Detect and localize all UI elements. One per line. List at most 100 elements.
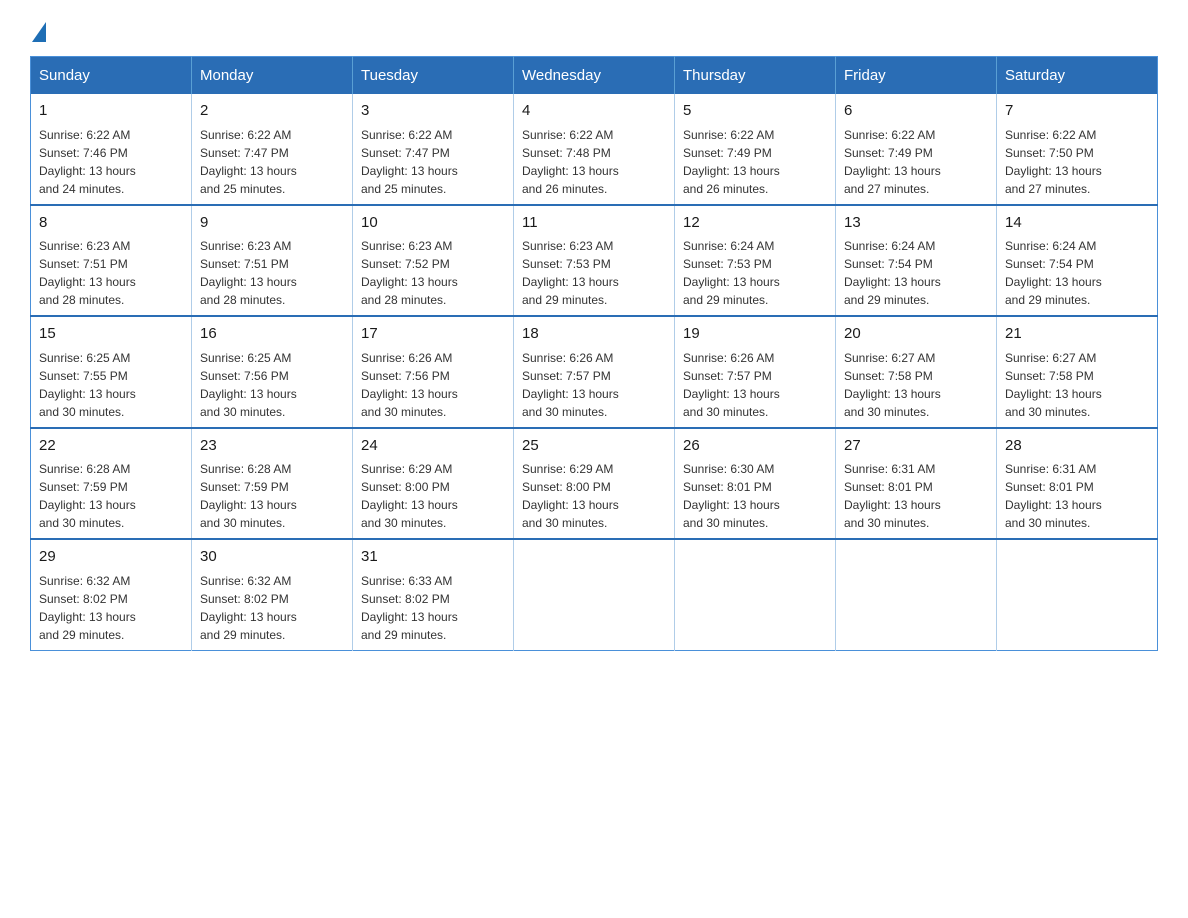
calendar-cell: 21 Sunrise: 6:27 AMSunset: 7:58 PMDaylig… (997, 316, 1158, 428)
calendar-cell: 26 Sunrise: 6:30 AMSunset: 8:01 PMDaylig… (675, 428, 836, 540)
weekday-header-saturday: Saturday (997, 57, 1158, 95)
day-info: Sunrise: 6:31 AMSunset: 8:01 PMDaylight:… (844, 462, 941, 530)
calendar-cell: 18 Sunrise: 6:26 AMSunset: 7:57 PMDaylig… (514, 316, 675, 428)
week-row-2: 8 Sunrise: 6:23 AMSunset: 7:51 PMDayligh… (31, 205, 1158, 317)
day-info: Sunrise: 6:32 AMSunset: 8:02 PMDaylight:… (200, 574, 297, 642)
week-row-3: 15 Sunrise: 6:25 AMSunset: 7:55 PMDaylig… (31, 316, 1158, 428)
day-info: Sunrise: 6:25 AMSunset: 7:55 PMDaylight:… (39, 351, 136, 419)
day-info: Sunrise: 6:31 AMSunset: 8:01 PMDaylight:… (1005, 462, 1102, 530)
calendar-cell: 11 Sunrise: 6:23 AMSunset: 7:53 PMDaylig… (514, 205, 675, 317)
calendar-cell: 29 Sunrise: 6:32 AMSunset: 8:02 PMDaylig… (31, 539, 192, 650)
calendar-cell: 20 Sunrise: 6:27 AMSunset: 7:58 PMDaylig… (836, 316, 997, 428)
weekday-header-friday: Friday (836, 57, 997, 95)
week-row-1: 1 Sunrise: 6:22 AMSunset: 7:46 PMDayligh… (31, 94, 1158, 205)
logo-triangle-icon (32, 22, 46, 42)
calendar-table: SundayMondayTuesdayWednesdayThursdayFrid… (30, 56, 1158, 651)
calendar-cell: 6 Sunrise: 6:22 AMSunset: 7:49 PMDayligh… (836, 94, 997, 205)
calendar-cell: 31 Sunrise: 6:33 AMSunset: 8:02 PMDaylig… (353, 539, 514, 650)
calendar-cell: 1 Sunrise: 6:22 AMSunset: 7:46 PMDayligh… (31, 94, 192, 205)
calendar-cell: 7 Sunrise: 6:22 AMSunset: 7:50 PMDayligh… (997, 94, 1158, 205)
day-info: Sunrise: 6:22 AMSunset: 7:49 PMDaylight:… (683, 128, 780, 196)
logo (30, 20, 50, 36)
calendar-cell: 17 Sunrise: 6:26 AMSunset: 7:56 PMDaylig… (353, 316, 514, 428)
day-number: 11 (522, 212, 666, 235)
calendar-cell: 16 Sunrise: 6:25 AMSunset: 7:56 PMDaylig… (192, 316, 353, 428)
day-info: Sunrise: 6:24 AMSunset: 7:54 PMDaylight:… (1005, 239, 1102, 307)
day-info: Sunrise: 6:27 AMSunset: 7:58 PMDaylight:… (844, 351, 941, 419)
calendar-cell: 14 Sunrise: 6:24 AMSunset: 7:54 PMDaylig… (997, 205, 1158, 317)
calendar-cell: 4 Sunrise: 6:22 AMSunset: 7:48 PMDayligh… (514, 94, 675, 205)
day-info: Sunrise: 6:22 AMSunset: 7:50 PMDaylight:… (1005, 128, 1102, 196)
calendar-cell: 12 Sunrise: 6:24 AMSunset: 7:53 PMDaylig… (675, 205, 836, 317)
day-info: Sunrise: 6:27 AMSunset: 7:58 PMDaylight:… (1005, 351, 1102, 419)
day-info: Sunrise: 6:28 AMSunset: 7:59 PMDaylight:… (39, 462, 136, 530)
calendar-cell: 30 Sunrise: 6:32 AMSunset: 8:02 PMDaylig… (192, 539, 353, 650)
day-number: 12 (683, 212, 827, 235)
day-number: 8 (39, 212, 183, 235)
calendar-cell: 5 Sunrise: 6:22 AMSunset: 7:49 PMDayligh… (675, 94, 836, 205)
day-number: 15 (39, 323, 183, 346)
calendar-cell: 23 Sunrise: 6:28 AMSunset: 7:59 PMDaylig… (192, 428, 353, 540)
day-number: 27 (844, 435, 988, 458)
day-number: 26 (683, 435, 827, 458)
day-info: Sunrise: 6:29 AMSunset: 8:00 PMDaylight:… (522, 462, 619, 530)
calendar-cell (675, 539, 836, 650)
calendar-cell: 22 Sunrise: 6:28 AMSunset: 7:59 PMDaylig… (31, 428, 192, 540)
day-info: Sunrise: 6:25 AMSunset: 7:56 PMDaylight:… (200, 351, 297, 419)
day-info: Sunrise: 6:26 AMSunset: 7:57 PMDaylight:… (683, 351, 780, 419)
day-number: 25 (522, 435, 666, 458)
week-row-4: 22 Sunrise: 6:28 AMSunset: 7:59 PMDaylig… (31, 428, 1158, 540)
day-info: Sunrise: 6:26 AMSunset: 7:57 PMDaylight:… (522, 351, 619, 419)
calendar-cell: 3 Sunrise: 6:22 AMSunset: 7:47 PMDayligh… (353, 94, 514, 205)
day-info: Sunrise: 6:24 AMSunset: 7:54 PMDaylight:… (844, 239, 941, 307)
calendar-cell: 15 Sunrise: 6:25 AMSunset: 7:55 PMDaylig… (31, 316, 192, 428)
day-info: Sunrise: 6:26 AMSunset: 7:56 PMDaylight:… (361, 351, 458, 419)
day-info: Sunrise: 6:29 AMSunset: 8:00 PMDaylight:… (361, 462, 458, 530)
calendar-cell: 9 Sunrise: 6:23 AMSunset: 7:51 PMDayligh… (192, 205, 353, 317)
day-number: 20 (844, 323, 988, 346)
weekday-header-thursday: Thursday (675, 57, 836, 95)
weekday-header-monday: Monday (192, 57, 353, 95)
day-number: 7 (1005, 100, 1149, 123)
calendar-cell: 27 Sunrise: 6:31 AMSunset: 8:01 PMDaylig… (836, 428, 997, 540)
day-number: 17 (361, 323, 505, 346)
day-info: Sunrise: 6:22 AMSunset: 7:48 PMDaylight:… (522, 128, 619, 196)
day-number: 3 (361, 100, 505, 123)
day-number: 9 (200, 212, 344, 235)
calendar-cell: 25 Sunrise: 6:29 AMSunset: 8:00 PMDaylig… (514, 428, 675, 540)
calendar-cell (836, 539, 997, 650)
day-number: 13 (844, 212, 988, 235)
page-header (30, 20, 1158, 36)
day-number: 24 (361, 435, 505, 458)
day-info: Sunrise: 6:28 AMSunset: 7:59 PMDaylight:… (200, 462, 297, 530)
day-number: 18 (522, 323, 666, 346)
day-number: 14 (1005, 212, 1149, 235)
day-info: Sunrise: 6:23 AMSunset: 7:51 PMDaylight:… (39, 239, 136, 307)
week-row-5: 29 Sunrise: 6:32 AMSunset: 8:02 PMDaylig… (31, 539, 1158, 650)
day-info: Sunrise: 6:23 AMSunset: 7:53 PMDaylight:… (522, 239, 619, 307)
calendar-cell: 24 Sunrise: 6:29 AMSunset: 8:00 PMDaylig… (353, 428, 514, 540)
calendar-cell: 13 Sunrise: 6:24 AMSunset: 7:54 PMDaylig… (836, 205, 997, 317)
day-info: Sunrise: 6:32 AMSunset: 8:02 PMDaylight:… (39, 574, 136, 642)
calendar-cell: 19 Sunrise: 6:26 AMSunset: 7:57 PMDaylig… (675, 316, 836, 428)
day-number: 19 (683, 323, 827, 346)
day-info: Sunrise: 6:30 AMSunset: 8:01 PMDaylight:… (683, 462, 780, 530)
weekday-header-row: SundayMondayTuesdayWednesdayThursdayFrid… (31, 57, 1158, 95)
day-number: 10 (361, 212, 505, 235)
day-number: 31 (361, 546, 505, 569)
day-info: Sunrise: 6:23 AMSunset: 7:51 PMDaylight:… (200, 239, 297, 307)
day-info: Sunrise: 6:33 AMSunset: 8:02 PMDaylight:… (361, 574, 458, 642)
day-info: Sunrise: 6:22 AMSunset: 7:46 PMDaylight:… (39, 128, 136, 196)
day-info: Sunrise: 6:22 AMSunset: 7:49 PMDaylight:… (844, 128, 941, 196)
day-number: 30 (200, 546, 344, 569)
day-info: Sunrise: 6:22 AMSunset: 7:47 PMDaylight:… (200, 128, 297, 196)
day-number: 5 (683, 100, 827, 123)
day-number: 22 (39, 435, 183, 458)
calendar-cell: 28 Sunrise: 6:31 AMSunset: 8:01 PMDaylig… (997, 428, 1158, 540)
day-number: 6 (844, 100, 988, 123)
day-info: Sunrise: 6:24 AMSunset: 7:53 PMDaylight:… (683, 239, 780, 307)
day-number: 16 (200, 323, 344, 346)
day-number: 29 (39, 546, 183, 569)
calendar-cell: 10 Sunrise: 6:23 AMSunset: 7:52 PMDaylig… (353, 205, 514, 317)
weekday-header-sunday: Sunday (31, 57, 192, 95)
